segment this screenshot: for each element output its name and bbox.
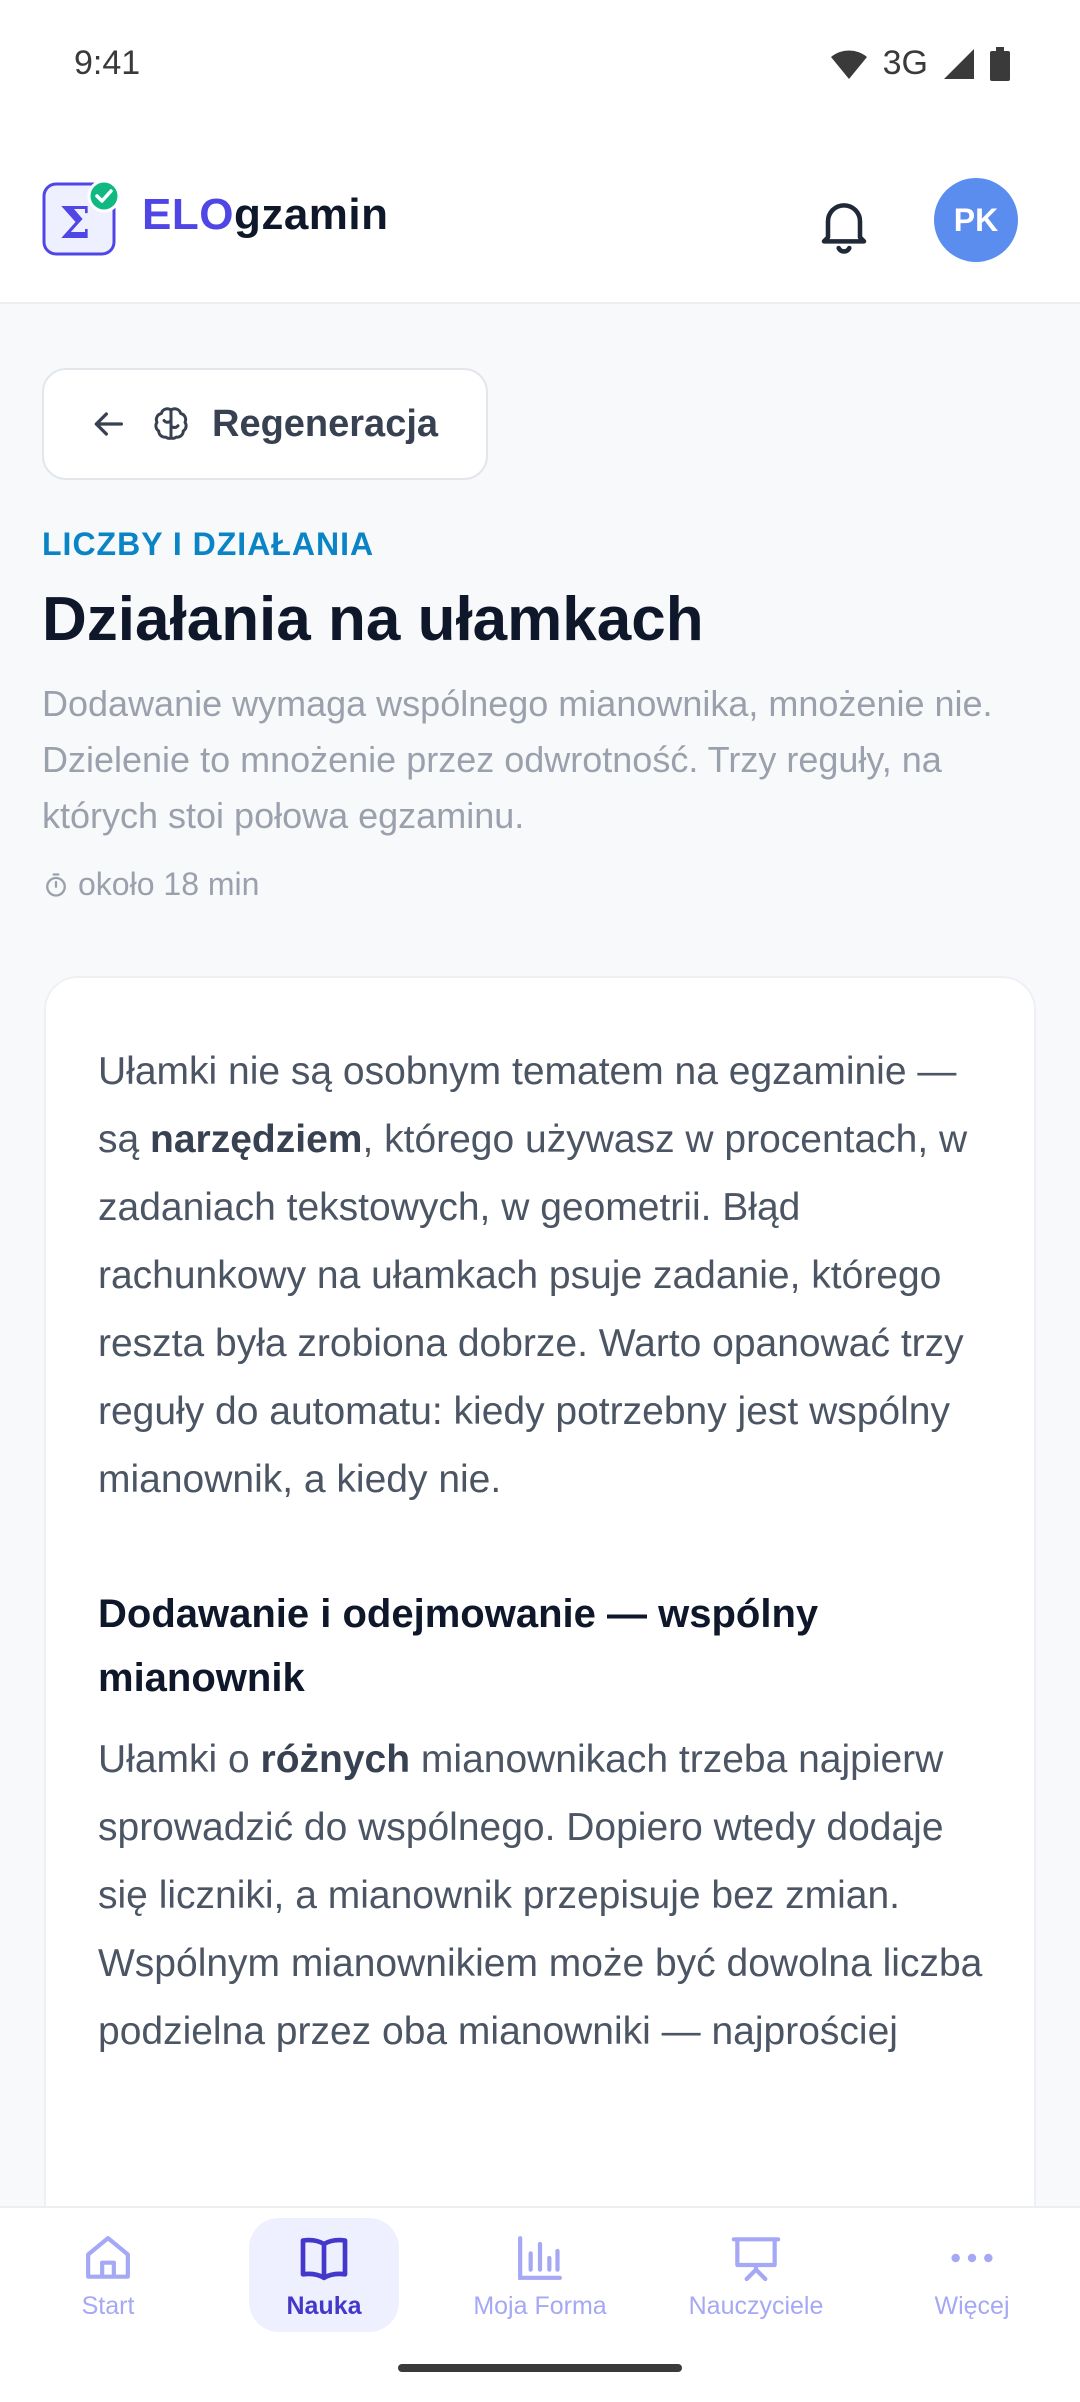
user-avatar[interactable]: PK <box>934 178 1018 262</box>
gesture-home-bar[interactable] <box>398 2364 682 2372</box>
brand-part-2: gzamin <box>233 190 389 239</box>
lesson-content: Ułamki nie są osobnym tematem na egzamin… <box>98 1038 998 2066</box>
nav-label-moja-forma: Moja Forma <box>473 2291 607 2320</box>
nav-label-wiecej: Więcej <box>934 2291 1010 2320</box>
nav-label-nauczyciele: Nauczyciele <box>688 2291 824 2320</box>
battery-icon <box>990 46 1010 81</box>
app-brand: ELOgzamin <box>142 190 389 240</box>
status-bar: 9:41 3G <box>0 0 1080 130</box>
bar-chart-icon <box>518 2235 562 2280</box>
app-logo-icon[interactable]: Σ <box>42 178 120 256</box>
intro-text-2: , którego używasz w procentach, w zadani… <box>98 1118 968 1501</box>
brain-icon <box>154 407 188 440</box>
nav-item-wiecej[interactable]: Więcej <box>897 2218 1047 2332</box>
adding-bold: różnych <box>260 1738 411 1781</box>
lesson-title: Działania na ułamkach <box>42 585 704 654</box>
back-chip-label: Regeneracja <box>212 402 439 445</box>
nav-item-nauczyciele[interactable]: Nauczyciele <box>681 2218 831 2332</box>
arrow-left-icon <box>94 412 124 436</box>
nav-item-nauka[interactable]: Nauka <box>249 2218 399 2332</box>
nav-item-start[interactable]: Start <box>33 2218 183 2332</box>
stopwatch-icon <box>46 872 66 897</box>
intro-paragraph: Ułamki nie są osobnym tematem na egzamin… <box>98 1038 998 1514</box>
signal-icon <box>944 48 974 79</box>
nav-label-nauka: Nauka <box>286 2291 362 2320</box>
presentation-board-icon <box>731 2236 781 2281</box>
lesson-duration: około 18 min <box>42 866 259 903</box>
status-icons: 3G <box>829 44 1010 83</box>
lesson-lead: Dodawanie wymaga wspólnego mianownika, m… <box>42 683 993 836</box>
book-open-icon <box>300 2237 348 2280</box>
network-type: 3G <box>882 44 928 82</box>
brand-part-1: ELO <box>142 190 234 239</box>
nav-item-moja-forma[interactable]: Moja Forma <box>465 2218 615 2332</box>
back-to-regeneracja-button[interactable]: Regeneracja <box>42 368 488 480</box>
nav-label-start: Start <box>81 2291 135 2320</box>
more-dots-icon <box>951 2253 993 2262</box>
home-icon <box>86 2235 130 2279</box>
wifi-icon <box>830 49 867 79</box>
adding-text-2: mianownikach trzeba najpierw sprowadzić … <box>98 1738 983 2053</box>
adding-text-1: Ułamki o <box>98 1738 261 1781</box>
lesson-content-card: Ułamki nie są osobnym tematem na egzamin… <box>44 976 1036 2276</box>
duration-text: około 18 min <box>78 866 260 902</box>
adding-paragraph: Ułamki o różnych mianownikach trzeba naj… <box>98 1726 998 2066</box>
section-title-adding: Dodawanie i odejmowanie — wspólny mianow… <box>98 1592 819 1700</box>
status-time: 9:41 <box>74 44 141 82</box>
notifications-bell-icon[interactable] <box>812 192 876 256</box>
app-header: Σ ELOgzamin PK <box>0 130 1080 304</box>
intro-bold: narzędziem <box>150 1118 363 1161</box>
lesson-category: LICZBY I DZIAŁANIA <box>42 526 375 562</box>
bottom-navigation: Start Nauka Moja Forma Nauczyciele Więce… <box>0 2206 1080 2402</box>
svg-text:Σ: Σ <box>59 198 90 249</box>
